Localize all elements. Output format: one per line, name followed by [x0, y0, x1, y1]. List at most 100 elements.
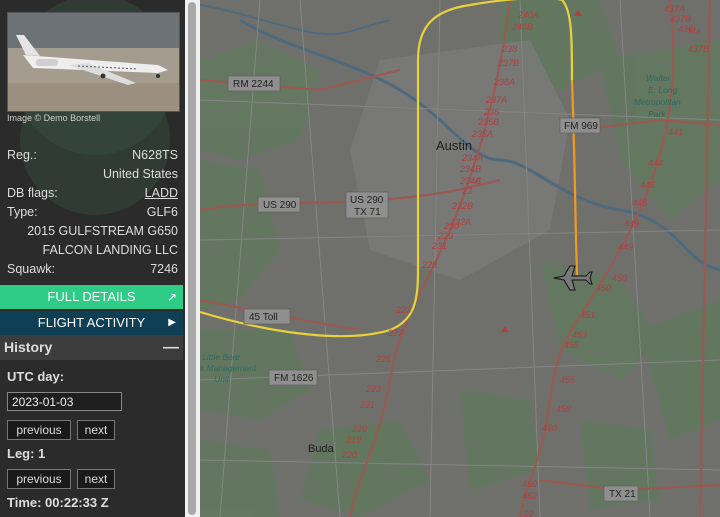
svg-text:437A: 437A: [664, 4, 685, 14]
squawk-value: 7246: [150, 262, 178, 276]
svg-text:446: 446: [632, 198, 647, 208]
svg-text:234B: 234B: [459, 164, 481, 174]
svg-text:455: 455: [564, 340, 580, 350]
collapse-icon[interactable]: —: [163, 335, 179, 360]
svg-text:441: 441: [668, 127, 683, 137]
svg-text:462: 462: [522, 491, 537, 501]
svg-text:US 290: US 290: [263, 200, 297, 211]
svg-text:k Management: k Management: [200, 363, 257, 373]
svg-text:234A: 234A: [461, 153, 483, 163]
svg-text:446: 446: [640, 180, 655, 190]
svg-text:220: 220: [351, 424, 367, 434]
svg-text:RM 2244: RM 2244: [233, 79, 274, 90]
squawk-label: Squawk:: [7, 262, 55, 276]
aircraft-sidebar: Image © Demo Borstell Reg.: N628TS Unite…: [0, 0, 185, 517]
utc-day-label: UTC day:: [7, 369, 65, 384]
map-town-label: Buda: [308, 443, 335, 455]
svg-text:226: 226: [375, 354, 391, 364]
map-view[interactable]: Austin Buda RM 2244 US 290 US 290 TX 71 …: [200, 0, 720, 517]
full-details-button[interactable]: FULL DETAILS ↗: [0, 285, 183, 309]
svg-text:Walter: Walter: [646, 73, 672, 83]
svg-text:460: 460: [542, 423, 557, 433]
country-value: United States: [102, 167, 178, 181]
svg-text:238A: 238A: [493, 77, 515, 87]
svg-text:240A: 240A: [517, 10, 539, 20]
previous-leg-button[interactable]: previous: [7, 469, 71, 489]
svg-text:TX 21: TX 21: [609, 489, 636, 500]
leg-label: Leg: 1: [7, 446, 46, 461]
svg-text:223: 223: [395, 305, 411, 315]
utc-date-input[interactable]: [7, 392, 122, 411]
svg-text:Unit: Unit: [214, 374, 230, 384]
svg-text:220: 220: [341, 450, 357, 460]
next-leg-button[interactable]: next: [77, 469, 115, 489]
reg-row: Reg.: N628TS: [7, 146, 178, 164]
svg-text:458: 458: [556, 404, 571, 414]
db-flags-row: DB flags: LADD: [7, 184, 178, 202]
aircraft-photo[interactable]: [7, 12, 180, 112]
previous-day-button[interactable]: previous: [7, 420, 71, 440]
svg-text:453: 453: [572, 330, 587, 340]
svg-text:US 290: US 290: [350, 195, 384, 206]
history-header[interactable]: History —: [0, 335, 183, 360]
svg-text:45 Toll: 45 Toll: [249, 312, 278, 323]
svg-text:4A: 4A: [470, 176, 481, 186]
svg-text:22: 22: [523, 509, 534, 517]
db-flags-link[interactable]: LADD: [145, 184, 178, 202]
svg-text:229: 229: [437, 231, 453, 241]
svg-text:240B: 240B: [511, 22, 533, 32]
svg-text:Park: Park: [648, 109, 666, 119]
svg-text:228: 228: [421, 260, 437, 270]
svg-text:460: 460: [522, 479, 537, 489]
svg-text:FM 1626: FM 1626: [274, 373, 314, 384]
svg-text:E. Long: E. Long: [648, 85, 678, 95]
external-link-icon: ↗: [166, 290, 177, 304]
squawk-row: Squawk: 7246: [7, 260, 178, 278]
svg-text:230: 230: [443, 221, 459, 231]
svg-text:450: 450: [596, 283, 611, 293]
svg-text:235A: 235A: [471, 129, 493, 139]
type-label: Type:: [7, 205, 38, 219]
svg-text:237B: 237B: [497, 58, 519, 68]
next-day-button[interactable]: next: [77, 420, 115, 440]
flight-activity-button[interactable]: FLIGHT ACTIVITY ▶: [0, 311, 183, 335]
svg-text:237A: 237A: [485, 95, 507, 105]
svg-text:23: 23: [461, 186, 472, 196]
sidebar-scrollbar[interactable]: [185, 0, 200, 517]
scrollbar-thumb[interactable]: [188, 2, 196, 515]
reg-value: N628TS: [132, 148, 178, 162]
svg-text:231: 231: [431, 241, 447, 251]
db-flags-label: DB flags:: [7, 186, 58, 200]
aircraft-description: 2015 GULFSTREAM G650: [27, 224, 178, 238]
svg-text:449: 449: [618, 242, 633, 252]
svg-text:FM 969: FM 969: [564, 121, 598, 132]
svg-text:437B: 437B: [670, 14, 691, 24]
svg-text:451: 451: [580, 310, 595, 320]
svg-text:455: 455: [560, 375, 576, 385]
type-value: GLF6: [146, 205, 178, 219]
svg-text:437B: 437B: [688, 44, 709, 54]
photo-credit: Image © Demo Borstell: [7, 113, 101, 123]
type-row: Type: GLF6: [7, 203, 178, 221]
full-details-label: FULL DETAILS: [47, 289, 136, 304]
svg-text:Metropolitan: Metropolitan: [634, 97, 681, 107]
svg-text:Ma: Ma: [688, 26, 701, 36]
svg-text:238: 238: [501, 44, 517, 54]
svg-text:444: 444: [648, 158, 663, 168]
time-label: Time: 00:22:33 Z: [7, 495, 109, 510]
svg-text:236: 236: [483, 107, 499, 117]
svg-text:TX 71: TX 71: [354, 207, 381, 218]
svg-text:219: 219: [345, 435, 361, 445]
svg-text:227: 227: [387, 328, 404, 338]
aircraft-owner: FALCON LANDING LLC: [42, 243, 178, 257]
map-city-label: Austin: [436, 138, 472, 153]
svg-text:232B: 232B: [451, 201, 473, 211]
svg-text:449: 449: [624, 219, 639, 229]
reg-label: Reg.:: [7, 148, 37, 162]
flight-activity-label: FLIGHT ACTIVITY: [37, 315, 146, 330]
history-title: History: [4, 339, 53, 355]
svg-text:Little Bear: Little Bear: [202, 352, 241, 362]
svg-text:450: 450: [612, 273, 627, 283]
svg-text:223: 223: [365, 384, 381, 394]
svg-text:221: 221: [359, 400, 375, 410]
